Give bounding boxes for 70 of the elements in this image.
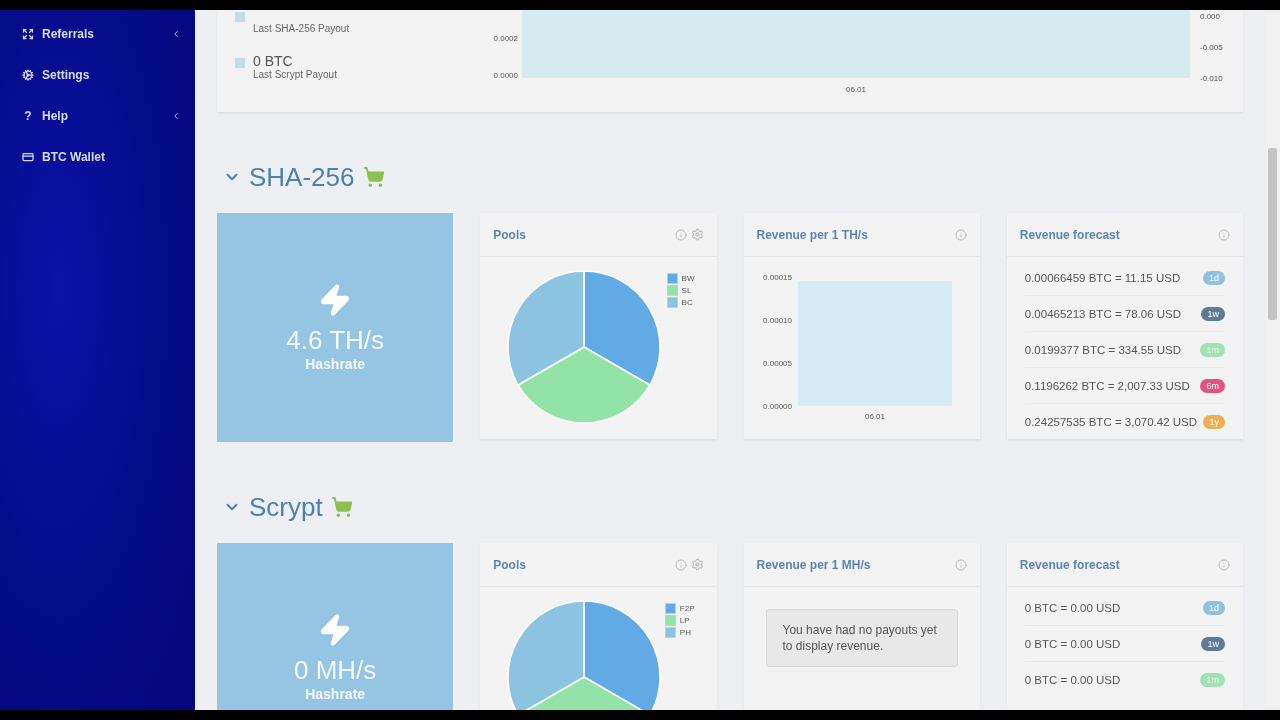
panel-title: Revenue forecast: [1019, 557, 1121, 572]
sidebar-item[interactable]: BTC Wallet: [0, 147, 195, 167]
legend-square: [235, 58, 245, 68]
panel-title: Pools: [493, 227, 527, 242]
info-icon[interactable]: [1218, 558, 1230, 571]
axis-label: 06.01: [864, 412, 885, 421]
axis-label: 0.00010: [762, 316, 792, 325]
scrollbar[interactable]: [1265, 10, 1280, 710]
settings-icon: [22, 69, 34, 81]
axis-label: -0.005: [1200, 43, 1223, 52]
axis-label: 06.01: [846, 85, 866, 94]
hashrate-label: Hashrate: [305, 356, 366, 372]
forecast-amount: 0.24257535 BTC = 3,070.42 USD: [1024, 415, 1198, 428]
forecast-amount: 0.00066459 BTC = 11.15 USD: [1024, 271, 1181, 284]
legend-label: SL: [681, 286, 692, 295]
section-title: SHA-256: [249, 161, 355, 193]
forecast-amount: 0.1196262 BTC = 2,007.33 USD: [1024, 379, 1190, 392]
panel-title: Revenue forecast: [1019, 227, 1121, 242]
axis-label: -0.010: [1200, 74, 1223, 83]
axis-label: 0.00000: [762, 402, 792, 411]
cart-icon[interactable]: [330, 496, 353, 518]
period-badge: 6m: [1200, 378, 1225, 393]
forecast-amount: 0.0199377 BTC = 334.55 USD: [1024, 343, 1182, 356]
legend-square: [235, 12, 245, 22]
axis-label: 0.0002: [493, 34, 518, 43]
sidebar-item[interactable]: Referrals: [0, 24, 195, 44]
info-icon[interactable]: [674, 558, 687, 571]
panel-title: Pools: [493, 557, 527, 572]
payout-label: Last SHA-256 Payout: [253, 23, 350, 34]
forecast-amount: 0.00465213 BTC = 78.06 USD: [1024, 307, 1182, 320]
payout-value: 0 BTC: [253, 53, 294, 69]
info-icon[interactable]: [954, 228, 967, 241]
period-badge: 1d: [1203, 270, 1225, 285]
sidebar-item[interactable]: Settings: [0, 65, 195, 85]
legend-label: PH: [679, 628, 691, 637]
axis-label: 0.00005: [762, 359, 792, 368]
axis-label: 0.0000: [493, 71, 518, 80]
period-badge: 1m: [1200, 342, 1225, 357]
period-badge: 1w: [1201, 306, 1225, 321]
panel-title: Revenue per 1 MH/s: [756, 557, 872, 572]
legend-label: BW: [681, 274, 695, 283]
arrows-icon: [22, 28, 34, 40]
period-badge: 1m: [1200, 672, 1225, 687]
settings-icon[interactable]: [690, 228, 704, 241]
settings-icon[interactable]: [690, 558, 704, 571]
axis-label: 0.00015: [762, 273, 792, 282]
info-icon[interactable]: [954, 558, 967, 571]
sidebar-item[interactable]: ? Help: [0, 106, 195, 126]
info-icon[interactable]: [1218, 228, 1230, 241]
info-icon[interactable]: [674, 228, 687, 241]
period-badge: 1y: [1203, 414, 1225, 429]
card-icon: [22, 151, 34, 163]
panel-title: Revenue per 1 TH/s: [756, 227, 869, 242]
section-title: Scrypt: [249, 491, 323, 523]
legend-label: LP: [679, 616, 690, 625]
period-badge: 1d: [1203, 600, 1225, 615]
legend-label: F2P: [679, 604, 695, 613]
axis-label: 0.000: [1200, 12, 1221, 21]
forecast-amount: 0 BTC = 0.00 USD: [1024, 673, 1121, 686]
forecast-amount: 0 BTC = 0.00 USD: [1024, 637, 1121, 650]
payout-label: Last Scrypt Payout: [253, 69, 337, 80]
period-badge: 1w: [1201, 636, 1225, 651]
hashrate-value: 4.6 TH/s: [286, 325, 384, 356]
forecast-amount: 0 BTC = 0.00 USD: [1024, 601, 1121, 614]
cart-icon[interactable]: [362, 166, 385, 188]
hashrate-value: 0 MH/s: [293, 655, 377, 686]
hashrate-label: Hashrate: [305, 686, 366, 702]
question-icon: ?: [22, 109, 34, 123]
legend-label: BC: [681, 298, 693, 307]
empty-message: You have had no payouts yet to display revenue.: [765, 609, 958, 667]
